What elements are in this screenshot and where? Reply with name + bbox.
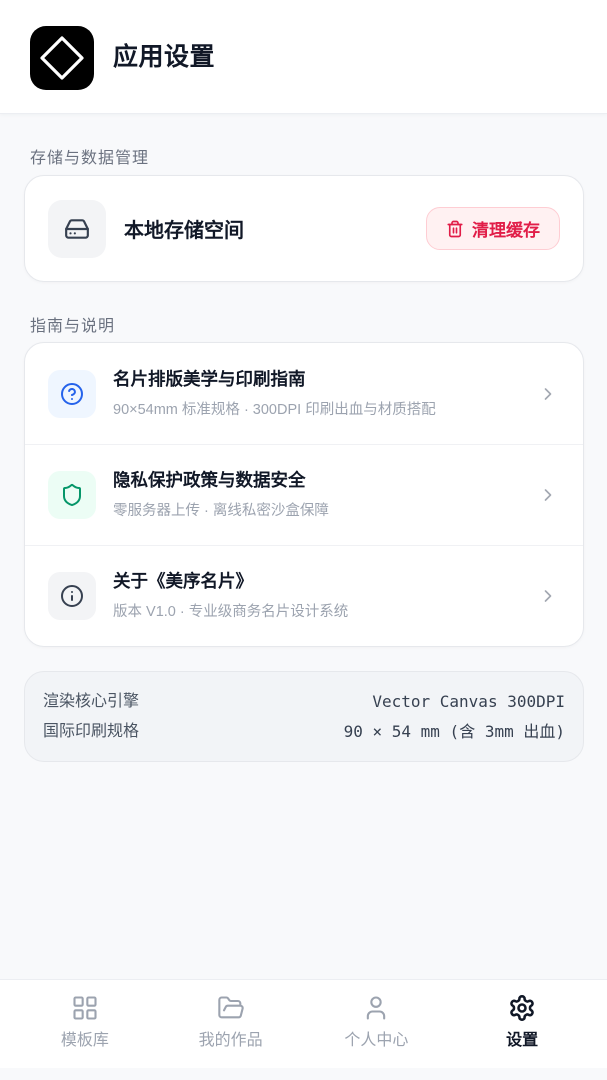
- guide-item-about[interactable]: 关于《美序名片》 版本 V1.0 · 专业级商务名片设计系统: [25, 545, 583, 646]
- grid-icon: [71, 994, 99, 1022]
- guide-item-subtitle: 版本 V1.0 · 专业级商务名片设计系统: [113, 604, 349, 620]
- section-label-storage: 存储与数据管理: [30, 150, 150, 167]
- bottom-nav: 模板库 我的作品 个人中心 设置: [0, 979, 607, 1068]
- help-circle-icon: [48, 369, 96, 418]
- spec-value: Vector Canvas 300DPI: [372, 691, 565, 711]
- nav-label: 我的作品: [198, 1032, 263, 1049]
- nav-item-profile[interactable]: 个人中心: [304, 980, 450, 1068]
- section-label-guides: 指南与说明: [30, 318, 116, 335]
- guide-item-privacy-policy[interactable]: 隐私保护政策与数据安全 零服务器上传 · 离线私密沙盒保障: [25, 444, 583, 545]
- guide-item-text: 隐私保护政策与数据安全 零服务器上传 · 离线私密沙盒保障: [113, 469, 538, 521]
- nav-label: 模板库: [60, 1032, 109, 1049]
- guide-item-text: 关于《美序名片》 版本 V1.0 · 专业级商务名片设计系统: [113, 570, 538, 622]
- shield-icon: [48, 471, 96, 519]
- chevron-right-icon: [538, 586, 558, 606]
- guide-item-subtitle: 零服务器上传 · 离线私密沙盒保障: [113, 503, 329, 519]
- clear-cache-button[interactable]: 清理缓存: [426, 207, 560, 250]
- spec-info-card: 渲染核心引擎 Vector Canvas 300DPI 国际印刷规格 90 × …: [24, 671, 584, 762]
- chevron-right-icon: [538, 485, 558, 505]
- spec-row-print-size: 国际印刷规格 90 × 54 mm (含 3mm 出血): [43, 721, 565, 743]
- spec-value: 90 × 54 mm (含 3mm 出血): [343, 721, 565, 741]
- app-header: 应用设置: [0, 0, 607, 114]
- guide-item-title: 隐私保护政策与数据安全: [113, 470, 306, 490]
- clear-cache-label: 清理缓存: [472, 221, 540, 240]
- guide-item-text: 名片排版美学与印刷指南 90×54mm 标准规格 · 300DPI 印刷出血与材…: [113, 368, 538, 420]
- diamond-logo-icon: [30, 26, 94, 90]
- guide-item-subtitle: 90×54mm 标准规格 · 300DPI 印刷出血与材质搭配: [113, 401, 436, 418]
- folder-open-icon: [217, 994, 245, 1022]
- guide-item-title: 关于《美序名片》: [113, 571, 253, 591]
- local-storage-row: 本地存储空间 清理缓存: [25, 176, 583, 281]
- guide-item-print-guide[interactable]: 名片排版美学与印刷指南 90×54mm 标准规格 · 300DPI 印刷出血与材…: [25, 343, 583, 444]
- spec-label: 国际印刷规格: [43, 722, 140, 740]
- guide-card: 名片排版美学与印刷指南 90×54mm 标准规格 · 300DPI 印刷出血与材…: [24, 342, 584, 647]
- nav-label: 个人中心: [344, 1032, 409, 1049]
- page-title: 应用设置: [113, 43, 216, 71]
- nav-label: 设置: [506, 1032, 539, 1049]
- nav-item-my-works[interactable]: 我的作品: [158, 980, 304, 1068]
- spec-row-render-engine: 渲染核心引擎 Vector Canvas 300DPI: [43, 691, 565, 713]
- storage-card: 本地存储空间 清理缓存: [24, 175, 584, 282]
- nav-item-templates[interactable]: 模板库: [12, 980, 158, 1068]
- local-storage-label: 本地存储空间: [124, 220, 244, 242]
- hard-drive-icon: [48, 199, 106, 258]
- guide-item-title: 名片排版美学与印刷指南: [113, 368, 306, 389]
- settings-gear-icon: [508, 994, 536, 1022]
- user-icon: [362, 994, 390, 1022]
- chevron-right-icon: [538, 384, 558, 404]
- info-icon: [48, 572, 96, 620]
- spec-label: 渲染核心引擎: [43, 692, 140, 710]
- nav-item-settings[interactable]: 设置: [449, 980, 595, 1068]
- trash-icon: [446, 220, 464, 238]
